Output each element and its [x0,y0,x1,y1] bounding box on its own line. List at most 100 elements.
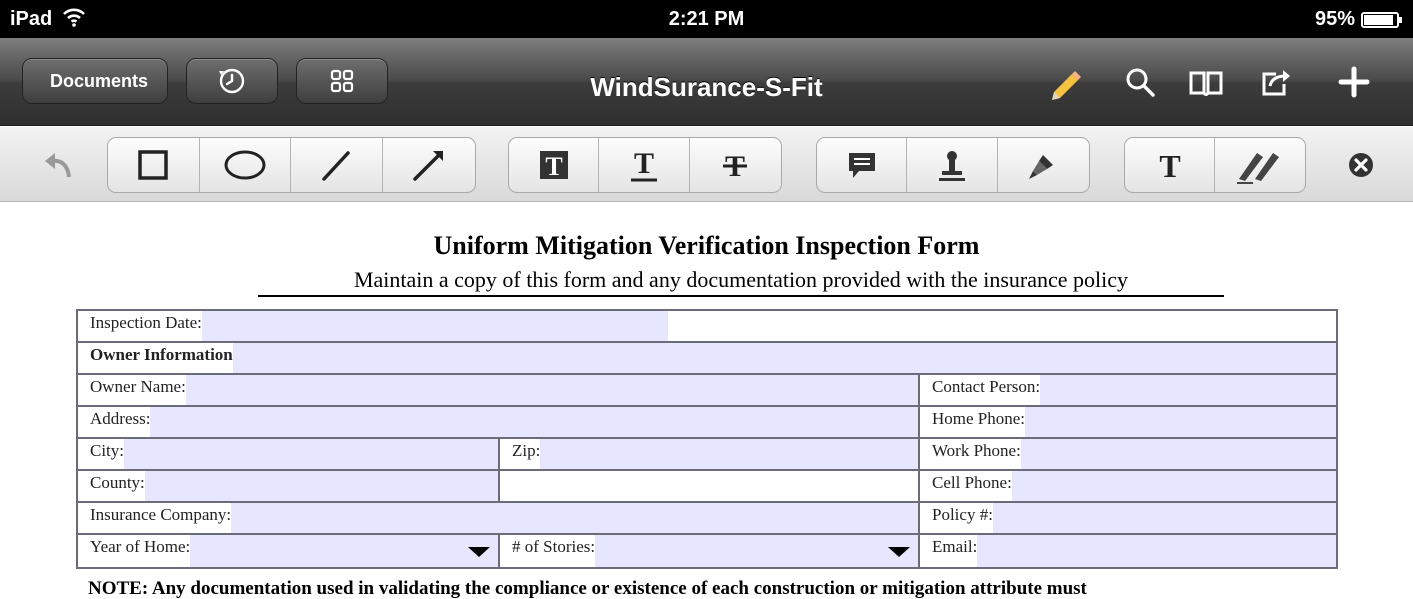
home-phone-label: Home Phone: [932,409,1026,428]
rectangle-tool[interactable] [108,138,200,192]
address-field[interactable] [150,407,918,437]
cell-phone-field[interactable] [1011,471,1336,501]
document-page: Uniform Mitigation Verification Inspecti… [0,203,1413,599]
form-title: Uniform Mitigation Verification Inspecti… [433,231,980,260]
documents-back-button[interactable]: Documents [22,58,168,104]
insurance-company-label: Insurance Company: [90,505,232,524]
form-row: County: Cell Phone: [78,471,1336,503]
policy-label: Policy #: [932,505,993,524]
form-row: Address: Home Phone: [78,407,1336,439]
work-phone-label: Work Phone: [932,441,1021,460]
form-row: Insurance Company: Policy #: [78,503,1336,535]
note-tool[interactable] [817,138,908,192]
owner-name-label: Owner Name: [90,377,186,396]
arrow-tool[interactable] [383,138,475,192]
share-button[interactable] [1254,60,1298,104]
markup-tools-group [816,137,1090,193]
svg-text:T: T [1159,148,1180,182]
form-row: City: Zip: Work Phone: [78,439,1336,471]
policy-field[interactable] [992,503,1336,533]
line-tool-icon [322,151,350,181]
undo-icon [45,153,71,178]
email-field[interactable] [977,535,1336,567]
text-highlight-tool[interactable]: T [509,138,600,192]
email-label: Email: [932,537,978,556]
city-field[interactable] [124,439,498,469]
clock-time: 2:21 PM [668,8,745,30]
dropdown-arrow-icon [888,547,910,557]
status-bar: iPad 2:21 PM 95% [0,0,1413,38]
form-row: Year of Home: # of Stories: Email: [78,535,1336,567]
bookmarks-icon [1189,71,1223,96]
home-phone-field[interactable] [1025,407,1336,437]
inspection-date-label: Inspection Date: [90,313,202,332]
search-icon [1126,68,1155,97]
form-row: Owner Information [78,343,1336,375]
ellipse-tool-icon [224,150,266,180]
pencil-icon [1052,71,1081,100]
address-label: Address: [90,409,151,428]
year-of-home-dropdown[interactable] [190,535,498,567]
owner-information-field[interactable] [232,343,1336,373]
inspection-date-field[interactable] [201,311,668,341]
svg-text:T: T [634,147,654,180]
dropdown-arrow-icon [468,547,490,557]
search-button[interactable] [1118,60,1162,104]
typewriter-tool[interactable]: T [1125,138,1215,192]
contact-person-label: Contact Person: [932,377,1041,396]
battery-icon [1361,12,1402,28]
pen-tool-icon [1029,155,1054,179]
form-subtitle: Maintain a copy of this form and any doc… [258,267,1224,297]
text-underline-tool[interactable]: T [599,138,690,192]
text-tools-group: T [1124,137,1306,193]
battery-percent: 95% [1314,8,1355,30]
stories-label: # of Stories: [512,537,596,556]
text-strikeout-tool[interactable]: T [690,138,781,192]
year-of-home-label: Year of Home: [90,537,191,556]
svg-text:T: T [545,152,562,181]
form-row: Inspection Date: [78,311,1336,343]
close-toolbar-button[interactable] [1338,142,1384,188]
text-strikeout-tool-icon: T [723,150,748,183]
add-icon [1338,66,1370,98]
navigation-bar: Documents WindSurance-S-Fit [0,38,1413,126]
zip-label: Zip: [512,441,541,460]
share-icon [1262,70,1290,96]
work-phone-field[interactable] [1020,439,1336,469]
zip-field[interactable] [540,439,918,469]
note-text: NOTE: Any documentation used in validati… [88,578,1087,599]
pen-tool[interactable] [998,138,1089,192]
arrow-tool-icon [412,151,443,181]
clock-icon [219,68,245,94]
stories-dropdown[interactable] [595,535,918,567]
thumbnails-button[interactable] [296,58,388,104]
cell-phone-label: Cell Phone: [932,473,1012,492]
undo-button[interactable] [36,142,82,188]
text-underline-tool-icon: T [631,147,658,182]
grid-icon [330,69,354,93]
city-label: City: [90,441,125,460]
insurance-company-field[interactable] [231,503,918,533]
blank-cell [500,471,918,501]
stamp-tool-icon [939,151,966,181]
county-field[interactable] [144,471,498,501]
text-highlight-tool-icon: T [539,151,568,181]
contact-person-field[interactable] [1040,375,1336,405]
line-tool[interactable] [291,138,383,192]
recent-button[interactable] [186,58,278,104]
county-label: County: [90,473,145,492]
owner-name-field[interactable] [185,375,918,405]
inspection-form: Inspection Date: Owner Information Owner… [76,309,1338,569]
add-button[interactable] [1332,60,1376,104]
bookmarks-button[interactable] [1184,60,1228,104]
annotate-button[interactable] [1044,60,1088,104]
signature-tool[interactable] [1215,138,1305,192]
signature-tool-icon [1237,153,1279,184]
form-row: Owner Name: Contact Person: [78,375,1336,407]
text-markup-group: T T T [508,137,782,193]
close-icon [1349,153,1373,177]
stamp-tool[interactable] [907,138,998,192]
annotation-toolbar: T T T T [0,127,1413,202]
ellipse-tool[interactable] [200,138,291,192]
rectangle-tool-icon [138,150,168,180]
